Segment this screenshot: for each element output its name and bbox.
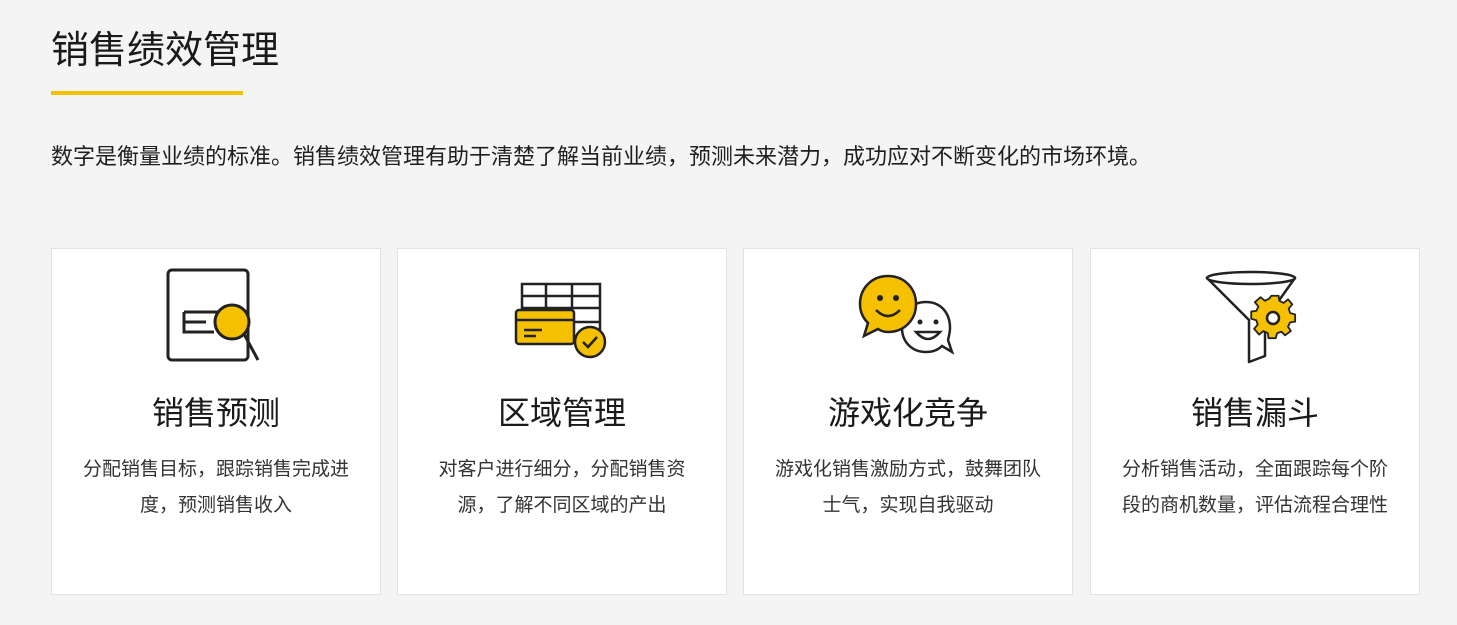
intro-text: 数字是衡量业绩的标准。销售绩效管理有助于清楚了解当前业绩，预测未来潜力，成功应对…: [51, 145, 1152, 170]
table-card-check-icon: [508, 266, 618, 366]
card-title: 游戏化竞争: [827, 394, 988, 432]
feature-card-region-management[interactable]: 区域管理 对客户进行细分，分配销售资源，了解不同区域的产出: [397, 248, 727, 595]
card-title: 销售预测: [151, 394, 280, 432]
card-description: 游戏化销售激励方式，鼓舞团队士气，实现自我驱动: [774, 458, 1041, 516]
title-underline: [51, 91, 243, 95]
chat-smile-icon: [854, 266, 964, 366]
feature-card-sales-forecast[interactable]: 销售预测 分配销售目标，跟踪销售完成进度，预测销售收入: [51, 248, 381, 595]
page-title: 销售绩效管理: [51, 28, 280, 72]
document-search-icon: [162, 266, 272, 366]
card-description: 对客户进行细分，分配销售资源，了解不同区域的产出: [438, 458, 686, 516]
card-description: 分配销售目标，跟踪销售完成进度，预测销售收入: [82, 458, 349, 516]
feature-card-sales-funnel[interactable]: 销售漏斗 分析销售活动，全面跟踪每个阶段的商机数量，评估流程合理性: [1090, 248, 1420, 595]
feature-card-gamification[interactable]: 游戏化竞争 游戏化销售激励方式，鼓舞团队士气，实现自我驱动: [743, 248, 1073, 595]
card-description: 分析销售活动，全面跟踪每个阶段的商机数量，评估流程合理性: [1121, 458, 1388, 516]
card-title: 区域管理: [497, 394, 626, 432]
card-title: 销售漏斗: [1190, 394, 1319, 432]
feature-cards: 销售预测 分配销售目标，跟踪销售完成进度，预测销售收入 区域管理 对客户进行细分…: [51, 248, 1422, 597]
funnel-gear-icon: [1201, 266, 1311, 366]
